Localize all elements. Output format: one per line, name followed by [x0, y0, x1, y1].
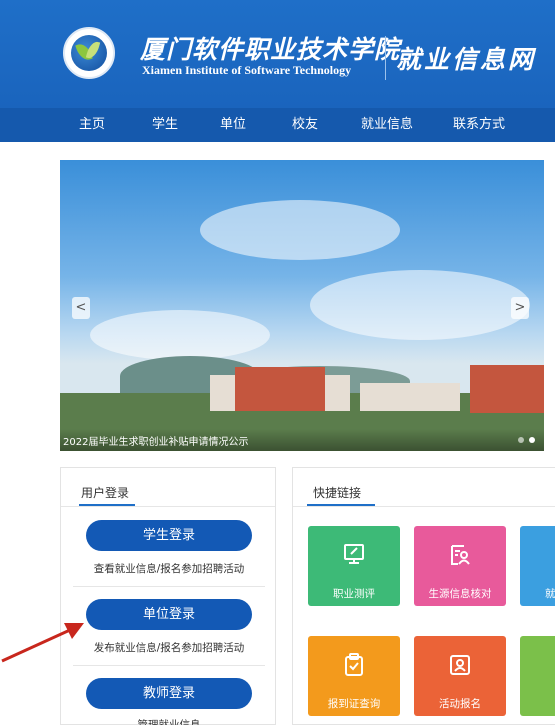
- login-separator: [73, 665, 265, 666]
- tile-activity-signup[interactable]: 活动报名: [414, 636, 506, 716]
- chevron-right-icon: >: [514, 300, 526, 315]
- annotation-arrow-icon: [1, 623, 84, 663]
- banner-caption-bar: 2022届毕业生求职创业补贴申请情况公示: [60, 429, 544, 451]
- banner-cloud: [200, 200, 400, 260]
- carousel-dot-active[interactable]: [529, 437, 535, 443]
- nav-item-alumni[interactable]: 校友: [292, 108, 318, 142]
- panel-rule: [293, 506, 555, 507]
- monitor-edit-icon: [308, 542, 400, 573]
- nav-item-job-info[interactable]: 就业信息: [361, 108, 413, 142]
- document-icon: [520, 542, 555, 573]
- tile-label: 报到证查询: [327, 698, 381, 710]
- tile-label: 活动报名: [439, 698, 481, 710]
- tile-career-assessment[interactable]: 职业测评: [308, 526, 400, 606]
- teacher-login-button[interactable]: 教师登录: [86, 678, 252, 709]
- banner-cloud: [310, 270, 530, 340]
- document-icon: [520, 652, 555, 683]
- company-login-button[interactable]: 单位登录: [86, 599, 252, 630]
- banner-cloud: [90, 310, 270, 360]
- quick-links-panel: 快捷链接 职业测评 生源信息核对 就业方案 报到证查询 活动报名: [292, 467, 555, 725]
- nav-item-student[interactable]: 学生: [152, 108, 178, 142]
- clipboard-check-icon: [308, 652, 400, 683]
- tile-label: 职业测评: [333, 588, 375, 600]
- login-panel-title: 用户登录: [81, 486, 130, 500]
- login-separator: [73, 586, 265, 587]
- carousel-dot[interactable]: [518, 437, 524, 443]
- tile-label: 就业: [520, 696, 555, 711]
- banner-building: [360, 383, 460, 411]
- profile-card-icon: [414, 542, 506, 573]
- panel-rule: [61, 506, 275, 507]
- main-nav: 主页 学生 单位 校友 就业信息 联系方式: [0, 108, 555, 142]
- school-name-english: Xiamen Institute of Software Technology: [142, 63, 352, 77]
- site-header: 厦门软件职业技术学院 Xiamen Institute of Software …: [0, 0, 555, 108]
- nav-item-home[interactable]: 主页: [79, 108, 105, 142]
- tile-label: 就业方案: [545, 588, 555, 600]
- login-panel: 用户登录 学生登录 查看就业信息/报名参加招聘活动 单位登录 发布就业信息/报名…: [60, 467, 276, 725]
- school-name: 厦门软件职业技术学院: [140, 35, 401, 64]
- teacher-login-desc: 管理就业信息: [137, 719, 201, 725]
- tile-employment-plan[interactable]: 就业方案: [520, 526, 555, 606]
- tile-report-certificate[interactable]: 报到证查询: [308, 636, 400, 716]
- site-title: 就业信息网: [396, 45, 537, 74]
- quick-links-title: 快捷链接: [313, 486, 362, 500]
- school-logo-icon[interactable]: [63, 27, 115, 79]
- title-divider: [385, 36, 386, 80]
- student-login-desc: 查看就业信息/报名参加招聘活动: [93, 563, 245, 575]
- banner-caption[interactable]: 2022届毕业生求职创业补贴申请情况公示: [63, 433, 248, 448]
- nav-item-company[interactable]: 单位: [220, 108, 246, 142]
- tile-employment[interactable]: 就业: [520, 636, 555, 716]
- tile-label: 生源信息核对: [428, 588, 492, 600]
- nav-item-contact[interactable]: 联系方式: [453, 108, 505, 142]
- banner-building: [470, 365, 544, 413]
- banner-carousel[interactable]: < > 2022届毕业生求职创业补贴申请情况公示: [60, 160, 544, 451]
- tile-student-info-check[interactable]: 生源信息核对: [414, 526, 506, 606]
- banner-next-button[interactable]: >: [511, 297, 529, 319]
- banner-building: [235, 367, 325, 411]
- banner-prev-button[interactable]: <: [72, 297, 90, 319]
- group-signup-icon: [414, 652, 506, 683]
- student-login-button[interactable]: 学生登录: [86, 520, 252, 551]
- chevron-left-icon: <: [75, 300, 87, 315]
